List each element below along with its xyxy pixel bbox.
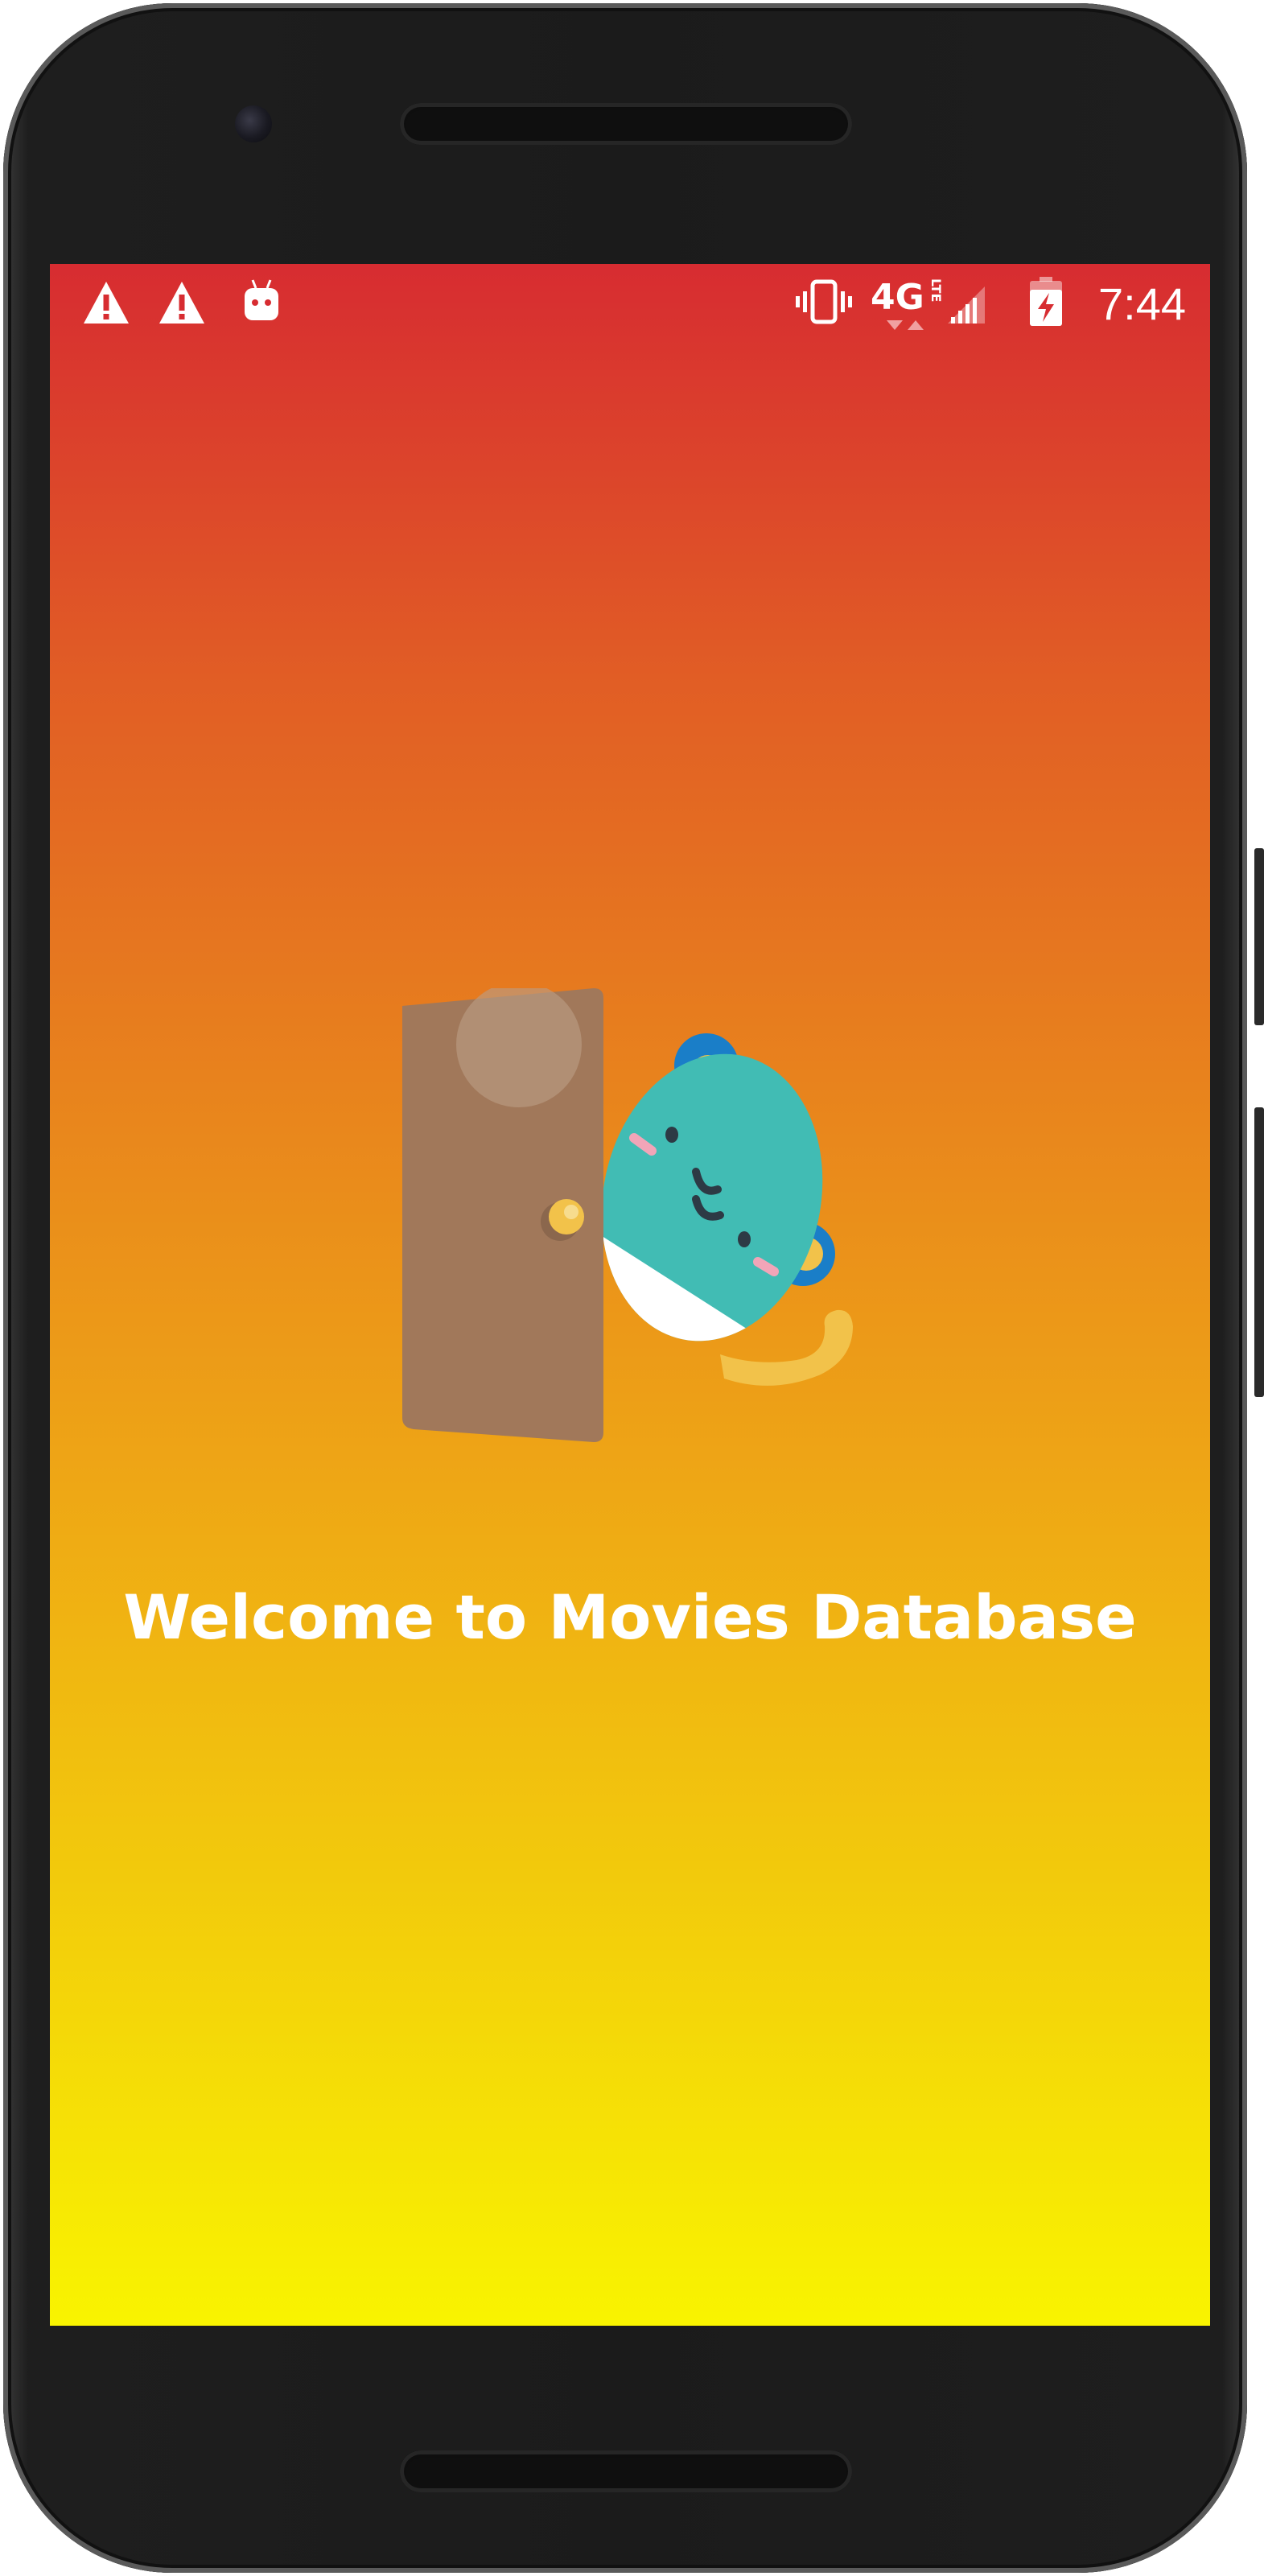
earpiece-speaker — [400, 103, 852, 145]
front-camera — [235, 105, 272, 142]
power-button — [1254, 1107, 1264, 1397]
warning-icon — [82, 280, 130, 328]
app-screen: 4G LTE 7:44 Welcome to Movies Database — [50, 264, 1210, 2326]
bottom-speaker — [400, 2450, 852, 2492]
network-subtype-label: LTE — [928, 278, 944, 302]
android-debug-icon — [241, 277, 282, 327]
monkey-peeking-door-illustration — [402, 988, 853, 1442]
signal-icon — [946, 285, 988, 328]
network-type-label: 4G — [871, 277, 924, 318]
warning-icon — [158, 280, 206, 328]
network-4g-lte-icon: 4G LTE — [871, 274, 945, 336]
phone-device: 4G LTE 7:44 Welcome to Movies Database — [0, 0, 1264, 2576]
status-time: 7:44 — [1098, 278, 1186, 329]
vibrate-icon — [795, 278, 853, 328]
welcome-title: Welcome to Movies Database — [123, 1581, 1137, 1653]
volume-button — [1254, 848, 1264, 1025]
status-bar: 4G LTE 7:44 — [50, 264, 1210, 344]
battery-charging-icon — [1030, 277, 1062, 330]
